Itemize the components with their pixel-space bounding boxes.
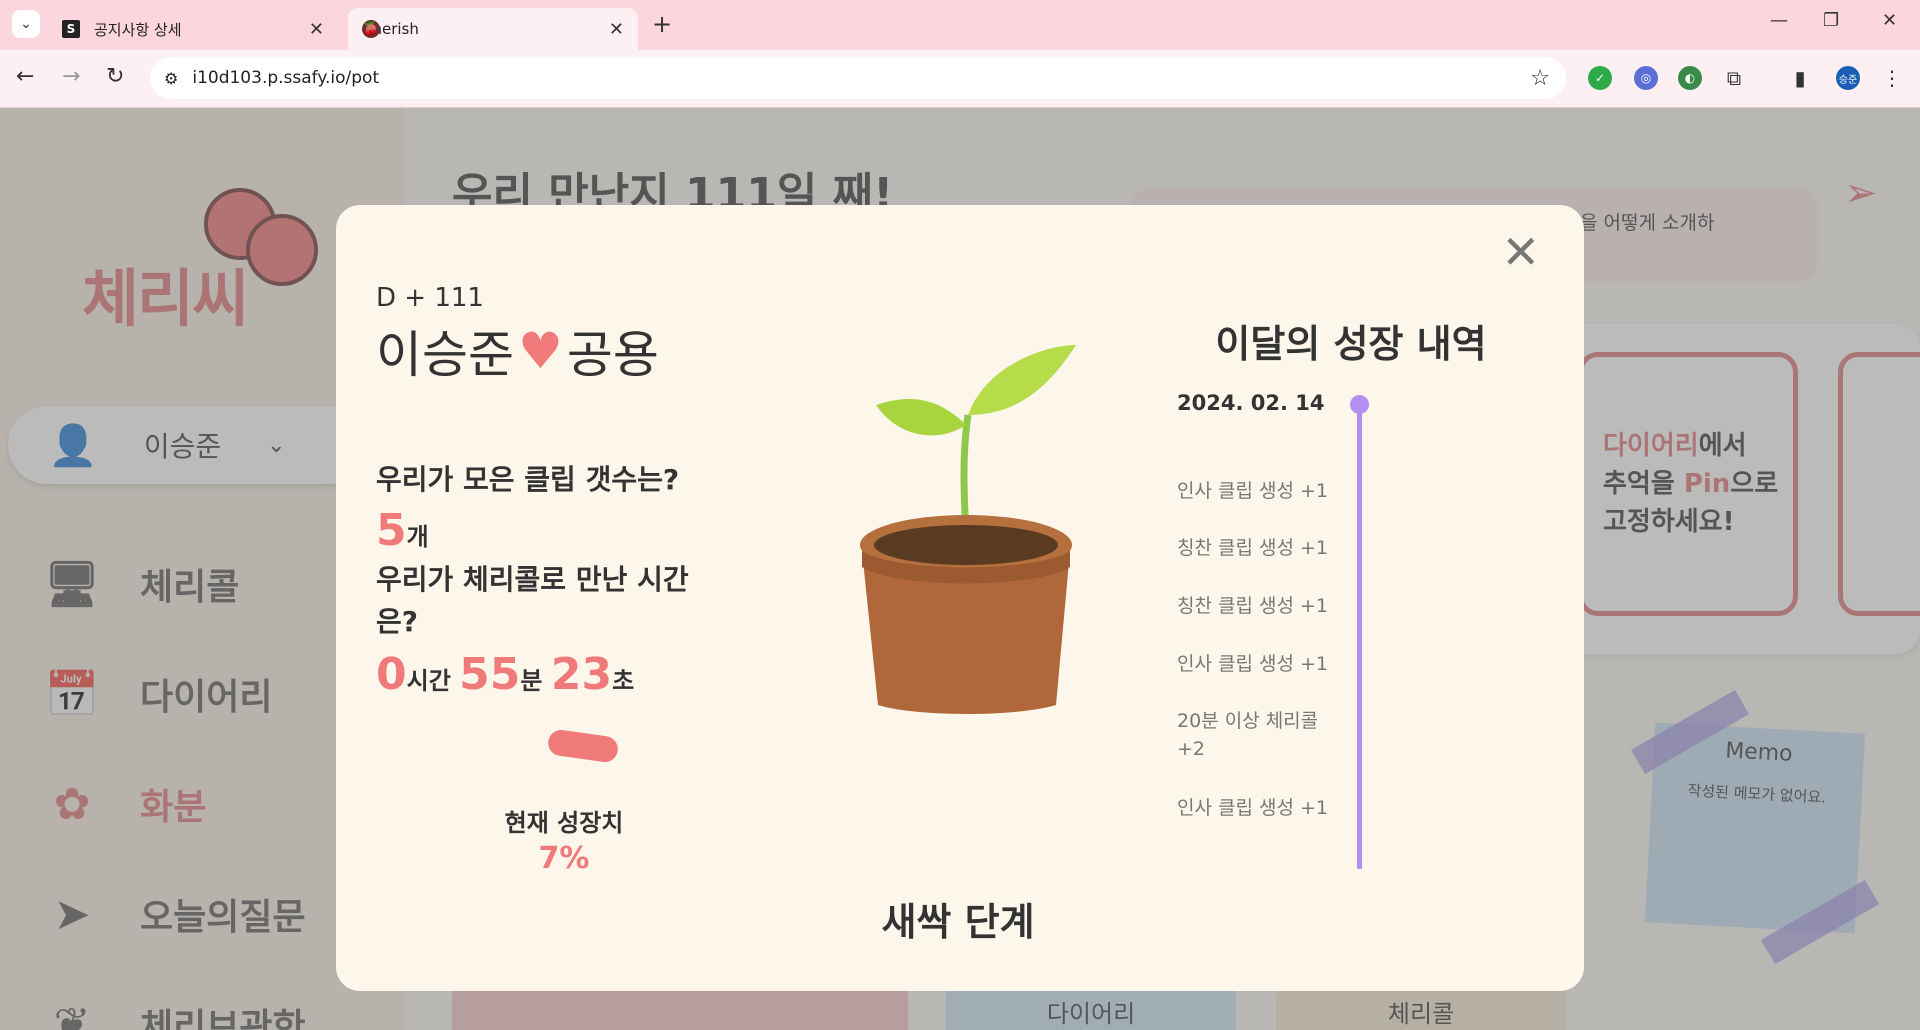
close-tab-icon[interactable]: ✕ bbox=[609, 19, 624, 40]
timeline-line bbox=[1357, 399, 1362, 869]
window-close-icon[interactable]: ✕ bbox=[1882, 10, 1897, 31]
cherry-favicon-icon: 🍒 bbox=[362, 20, 380, 38]
history-date: 2024. 02. 14 bbox=[1177, 391, 1325, 415]
seconds-value: 23 bbox=[550, 649, 613, 700]
history-item: 20분 이상 체리콜 +2 bbox=[1177, 710, 1319, 760]
forward-icon[interactable]: → bbox=[62, 64, 80, 89]
minutes-unit: 분 bbox=[520, 667, 543, 695]
history-item: 인사 클립 생성 +1 bbox=[1177, 797, 1329, 819]
clip-count: 5개 bbox=[376, 505, 429, 556]
pot-modal: ✕ D + 111 이승준 ♥ 공용 우리가 모은 클립 갯수는? 5개 우리가… bbox=[336, 205, 1584, 991]
clip-count-value: 5 bbox=[376, 505, 407, 556]
reload-icon[interactable]: ↻ bbox=[106, 64, 124, 89]
shield-extension-icon[interactable]: ✓ bbox=[1588, 66, 1612, 90]
close-tab-icon[interactable]: ✕ bbox=[309, 19, 324, 40]
profile-avatar[interactable]: 승준 bbox=[1836, 66, 1860, 90]
hours-value: 0 bbox=[376, 649, 407, 700]
browser-toolbar: ← → ↻ ⚙ i10d103.p.ssafy.io/pot ☆ ✓ ◎ ◐ ⧉… bbox=[0, 50, 1920, 108]
history-title: 이달의 성장 내역 bbox=[1215, 322, 1487, 366]
seconds-unit: 초 bbox=[612, 667, 635, 695]
restore-icon[interactable]: ❐ bbox=[1823, 10, 1839, 31]
url-text: i10d103.p.ssafy.io/pot bbox=[192, 68, 380, 88]
tab-search-button[interactable]: ⌄ bbox=[12, 10, 40, 38]
browser-tab-notice[interactable]: S 공지사항 상세 ✕ bbox=[48, 8, 338, 50]
new-tab-button[interactable]: + bbox=[652, 10, 672, 38]
browser-tab-cherish[interactable]: 🍒 Cherish ✕ bbox=[348, 8, 638, 50]
partner-name: 공용 bbox=[566, 326, 659, 384]
partner-name: 이승준 bbox=[376, 326, 514, 384]
more-menu-icon[interactable]: ⋮ bbox=[1880, 66, 1904, 90]
minutes-value: 55 bbox=[459, 649, 521, 700]
meet-time: 0시간 55분 23초 bbox=[376, 649, 634, 700]
dday-label: D + 111 bbox=[376, 283, 484, 313]
heart-icon: ♥ bbox=[518, 322, 563, 380]
timeline-dot bbox=[1350, 395, 1369, 414]
extension-icon[interactable]: ◎ bbox=[1634, 66, 1658, 90]
growth-brush-decoration bbox=[546, 728, 620, 764]
ssafy-favicon-icon: S bbox=[62, 20, 80, 38]
history-item: 인사 클립 생성 +1 bbox=[1177, 653, 1329, 675]
address-bar[interactable]: ⚙ i10d103.p.ssafy.io/pot ☆ bbox=[150, 57, 1566, 99]
close-icon[interactable]: ✕ bbox=[1501, 229, 1540, 275]
time-question-line: 은? bbox=[376, 605, 419, 638]
sprout-pot-image bbox=[816, 305, 1116, 725]
history-item: 칭찬 클립 생성 +1 bbox=[1177, 595, 1329, 617]
bookmark-star-icon[interactable]: ☆ bbox=[1530, 66, 1550, 91]
growth-label: 현재 성장치 bbox=[504, 809, 624, 837]
couple-names: 이승준 ♥ 공용 bbox=[376, 315, 659, 387]
history-item: 인사 클립 생성 +1 bbox=[1177, 480, 1329, 502]
time-question-line: 우리가 체리콜로 만난 시간 bbox=[376, 563, 689, 596]
history-item: 칭찬 클립 생성 +1 bbox=[1177, 537, 1329, 559]
tab-title: 공지사항 상세 bbox=[94, 20, 182, 39]
site-info-icon[interactable]: ⚙ bbox=[164, 69, 178, 88]
tab-title: Cherish bbox=[362, 20, 419, 38]
puzzle-extensions-icon[interactable]: ⧉ bbox=[1722, 66, 1746, 90]
time-question: 우리가 체리콜로 만난 시간 은? bbox=[376, 559, 689, 643]
back-icon[interactable]: ← bbox=[16, 64, 34, 89]
browser-tabbar: ⌄ S 공지사항 상세 ✕ 🍒 Cherish ✕ + — ❐ ✕ bbox=[0, 0, 1920, 50]
minimize-icon[interactable]: — bbox=[1770, 10, 1788, 31]
growth-stage: 새싹 단계 bbox=[881, 900, 1035, 944]
extension-icon[interactable]: ◐ bbox=[1678, 66, 1702, 90]
hours-unit: 시간 bbox=[406, 667, 451, 695]
clip-question: 우리가 모은 클립 갯수는? bbox=[376, 463, 680, 496]
side-panel-icon[interactable]: ▮ bbox=[1788, 66, 1812, 90]
clip-count-unit: 개 bbox=[406, 523, 429, 551]
growth-value: 7% bbox=[538, 841, 590, 876]
